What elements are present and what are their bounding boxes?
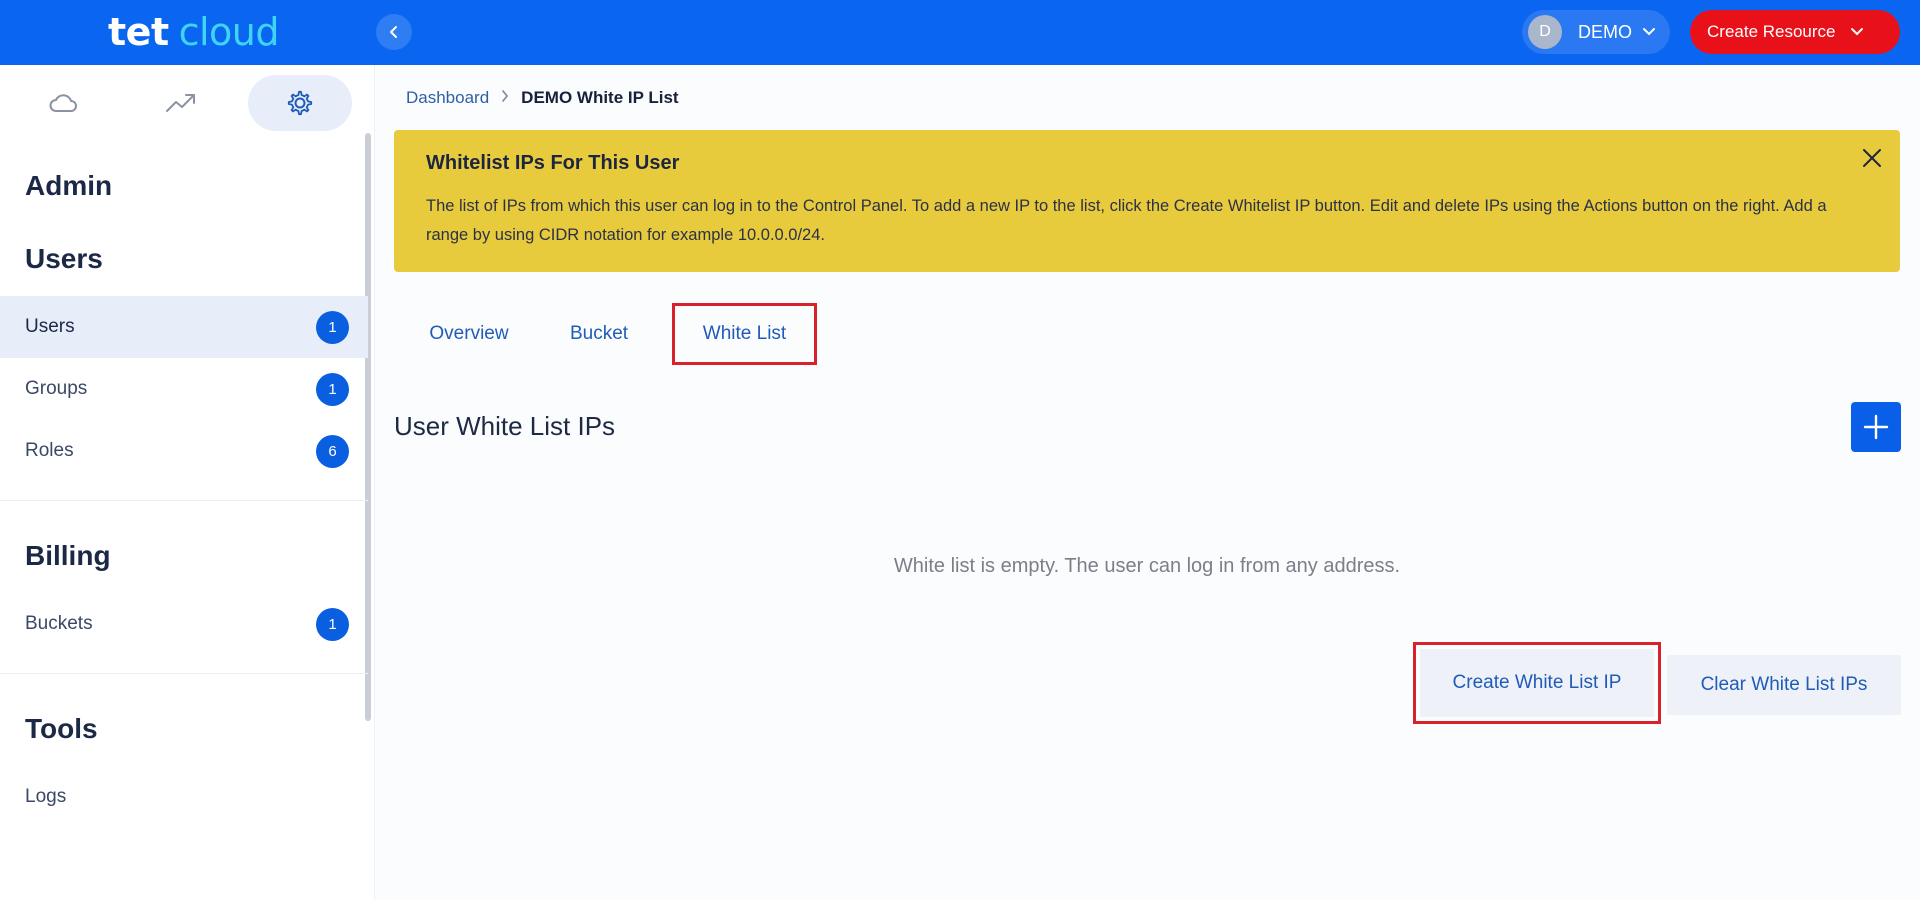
plus-icon [1863,414,1889,440]
logo-text-tet: tet [108,10,169,54]
chevron-down-icon [1850,27,1864,37]
chevron-right-icon [501,89,509,107]
create-white-list-ip-button[interactable]: Create White List IP [1413,642,1661,724]
cloud-icon [49,94,77,112]
sidebar-item-label: Buckets [25,613,93,634]
count-badge: 1 [316,372,349,406]
section-title-billing: Billing [25,540,111,571]
sidebar-item-buckets[interactable]: Buckets 1 [0,593,368,655]
sidebar-item-label: Logs [25,786,67,807]
info-alert: Whitelist IPs For This User The list of … [394,130,1900,272]
add-ip-button[interactable] [1851,402,1901,452]
divider [0,673,368,674]
breadcrumb-current: DEMO White IP List [521,88,679,107]
section-title-users: Users [25,243,103,274]
sidebar-item-label: Groups [25,378,88,399]
alert-title: Whitelist IPs For This User [426,152,680,174]
collapse-sidebar-button[interactable] [376,14,412,50]
section-title: User White List IPs [394,411,616,441]
sidebar-item-label: Roles [25,440,74,461]
top-bar: tet cloud D DEMO Create Resource [0,0,1920,65]
sidebar-item-roles[interactable]: Roles 6 [0,420,368,482]
sidebar-tabs [0,75,375,131]
count-badge: 1 [316,607,349,641]
logo[interactable]: tet cloud [108,10,280,54]
logo-text-cloud: cloud [178,10,280,54]
clear-white-list-ips-button[interactable]: Clear White List IPs [1667,655,1901,715]
trending-up-icon [166,94,195,112]
create-white-list-ip-label: Create White List IP [1420,649,1654,717]
tab-overview[interactable]: Overview [394,303,544,365]
breadcrumb: Dashboard DEMO White IP List [406,88,679,108]
tab-cloud[interactable] [11,75,115,131]
close-icon [1863,149,1881,167]
sidebar-item-groups[interactable]: Groups 1 [0,358,368,420]
tab-bucket[interactable]: Bucket [544,303,654,365]
avatar: D [1528,15,1562,49]
section-title-admin: Admin [25,170,113,201]
sidebar-item-users[interactable]: Users 1 [0,296,368,358]
tab-analytics[interactable] [129,75,233,131]
gear-icon [287,90,313,116]
chevron-left-icon [390,26,397,38]
close-alert-button[interactable] [1858,144,1886,172]
create-resource-label: Create Resource [1707,22,1836,41]
empty-state-message: White list is empty. The user can log in… [893,555,1401,577]
user-name: DEMO [1578,21,1632,42]
chevron-down-icon [1642,27,1656,37]
sidebar: Admin Users Users 1 Groups 1 Roles 6 Bil… [0,65,375,900]
tab-white-list[interactable]: White List [672,303,817,365]
count-badge: 6 [316,434,349,468]
tab-settings[interactable] [248,75,352,131]
count-badge: 1 [316,310,349,344]
section-title-tools: Tools [25,713,98,744]
breadcrumb-link-dashboard[interactable]: Dashboard [406,88,489,108]
user-menu[interactable]: D DEMO [1522,10,1670,54]
divider [0,500,368,501]
sidebar-item-label: Users [25,316,75,337]
sidebar-item-logs[interactable]: Logs [0,766,368,828]
alert-text: The list of IPs from which this user can… [426,197,1827,244]
create-resource-button[interactable]: Create Resource [1690,10,1900,54]
